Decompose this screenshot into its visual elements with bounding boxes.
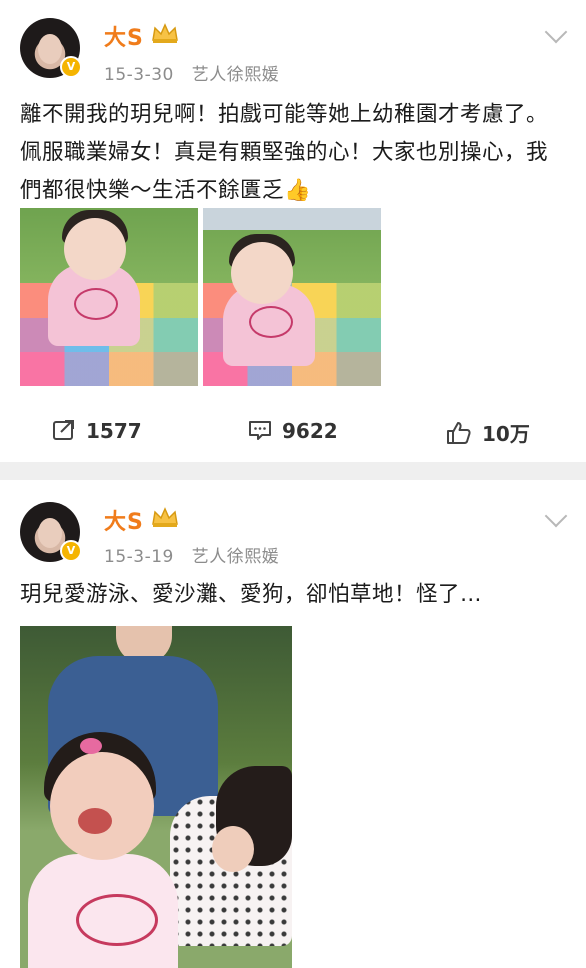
comment-icon [249, 421, 271, 440]
photo-baby-mouse-print [76, 894, 158, 946]
action-bar: 1577 9622 10万 [0, 418, 586, 448]
repost-icon [53, 420, 74, 440]
author-name[interactable]: 大S [104, 504, 144, 536]
weibo-post-1: V 大S 15-3-30 艺人徐熙媛 離不開我的玥兒啊！拍戲可能等她上幼稚園才考… [0, 0, 586, 462]
repost-count: 1577 [86, 419, 142, 443]
like-count: 10万 [482, 422, 530, 446]
author-name[interactable]: 大S [104, 20, 144, 52]
post-date: 15-3-19 [104, 547, 174, 567]
avatar[interactable]: V [20, 502, 82, 562]
post-divider [0, 462, 586, 480]
repost-button[interactable]: 1577 [52, 418, 142, 443]
avatar-face [38, 34, 62, 64]
avatar-face [38, 518, 62, 548]
photo-baby-face [50, 752, 154, 860]
verified-icon: V [60, 56, 82, 78]
post-meta: 15-3-19 艺人徐熙媛 [104, 542, 291, 567]
verified-icon: V [60, 540, 82, 562]
post-photo[interactable] [20, 626, 292, 968]
post-source: 艺人徐熙媛 [191, 65, 280, 85]
post-photo-2[interactable] [203, 208, 381, 386]
avatar[interactable]: V [20, 18, 82, 78]
crown-badge-icon [152, 23, 178, 43]
photo-sky [203, 208, 381, 230]
post-text: 離不開我的玥兒啊！拍戲可能等她上幼稚園才考慮了。佩服職業婦女！真是有顆堅強的心！… [20, 102, 549, 203]
weibo-post-2: V 大S 15-3-19 艺人徐熙媛 玥兒愛游泳、愛沙灘、愛狗，卻怕草地！怪了… [0, 480, 586, 968]
chevron-down-icon[interactable] [544, 20, 568, 44]
photo-child-face [212, 826, 254, 872]
like-icon [447, 422, 471, 444]
post-source: 艺人徐熙媛 [191, 547, 280, 567]
crown-badge-icon [152, 507, 178, 527]
comment-count: 9622 [282, 419, 338, 443]
post-photo-1[interactable] [20, 208, 198, 386]
post-date: 15-3-30 [104, 65, 174, 85]
chevron-down-icon[interactable] [544, 504, 568, 528]
comment-button[interactable]: 9622 [248, 418, 338, 443]
post-text: 玥兒愛游泳、愛沙灘、愛狗，卻怕草地！怪了… [20, 582, 483, 607]
photo-hair-bow [80, 738, 102, 754]
post-meta: 15-3-30 艺人徐熙媛 [104, 60, 291, 85]
like-button[interactable]: 10万 [446, 418, 530, 447]
photo-baby-mouth [78, 808, 112, 834]
